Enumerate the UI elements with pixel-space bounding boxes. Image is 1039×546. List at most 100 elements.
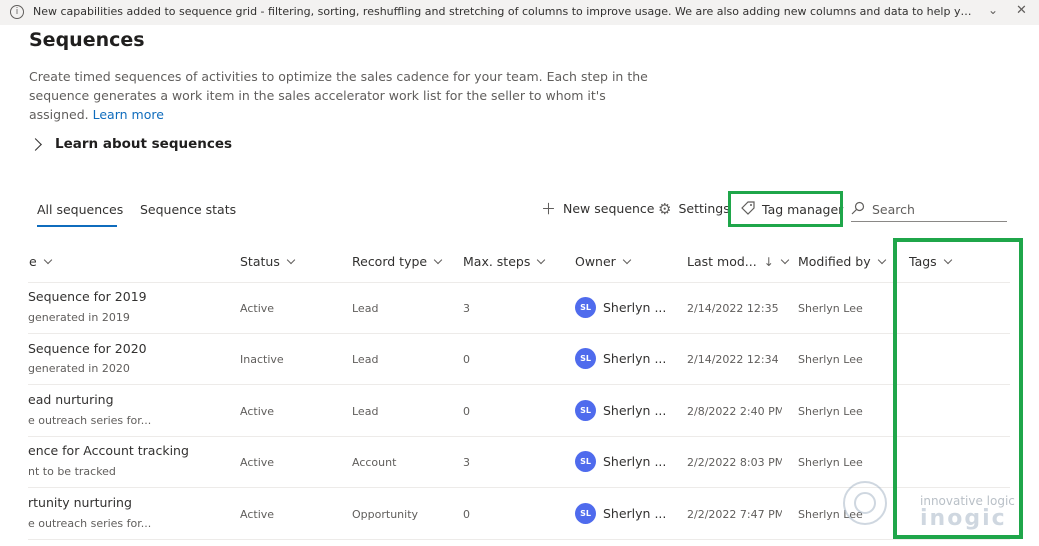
avatar: SL (575, 297, 596, 318)
modified-by-cell: Sherlyn Lee (798, 353, 863, 366)
watermark-brand: inogic (920, 506, 1007, 531)
owner-name: Sherlyn ... (603, 351, 667, 366)
plus-icon: ＋ (541, 199, 557, 218)
column-header-max-steps[interactable]: Max. steps (463, 254, 546, 269)
owner-cell[interactable]: SL Sherlyn ... (575, 400, 666, 421)
last-modified-cell: 2/2/2022 8:03 PM (687, 456, 782, 469)
owner-name: Sherlyn ... (603, 300, 667, 315)
column-header-label: Status (240, 254, 280, 269)
learn-more-link[interactable]: Learn more (93, 107, 164, 122)
chevron-down-icon[interactable]: ⌄ (988, 3, 998, 17)
chevron-down-icon (877, 255, 886, 264)
avatar: SL (575, 451, 596, 472)
chevron-down-icon (537, 255, 546, 264)
close-icon[interactable]: ✕ (1016, 3, 1027, 18)
settings-label: Settings (678, 201, 730, 216)
avatar: SL (575, 503, 596, 524)
chevron-down-icon (622, 255, 632, 264)
sequence-description: generated in 2019 (28, 311, 130, 324)
last-modified-cell: 2/14/2022 12:34 PM (687, 353, 782, 366)
status-cell: Active (240, 405, 275, 418)
info-icon: i (10, 5, 24, 19)
owner-name: Sherlyn ... (603, 403, 667, 418)
search-input[interactable] (872, 202, 992, 217)
new-sequence-button[interactable]: ＋ New sequence (541, 201, 655, 216)
chevron-down-icon (433, 255, 443, 264)
owner-name: Sherlyn ... (603, 454, 667, 469)
row-divider (28, 436, 1010, 437)
chevron-down-icon (286, 255, 296, 264)
sequence-name[interactable]: Sequence for 2020 (28, 341, 147, 356)
row-divider (28, 282, 1010, 283)
tab-all-sequences[interactable]: All sequences (37, 202, 123, 217)
tag-manager-highlight (728, 191, 843, 227)
watermark-logo: innovative logic inogic (840, 478, 1025, 533)
modified-by-cell: Sherlyn Lee (798, 405, 863, 418)
status-cell: Active (240, 302, 275, 315)
avatar: SL (575, 348, 596, 369)
column-header-name[interactable]: e (29, 254, 52, 269)
column-header-status[interactable]: Status (240, 254, 296, 269)
settings-button[interactable]: ⚙ Settings (658, 201, 730, 216)
sequence-name[interactable]: Sequence for 2019 (28, 289, 147, 304)
max-steps-cell: 0 (463, 353, 470, 366)
row-divider (28, 333, 1010, 334)
avatar: SL (575, 400, 596, 421)
status-cell: Inactive (240, 353, 284, 366)
record-type-cell: Lead (352, 405, 379, 418)
record-type-cell: Opportunity (352, 508, 419, 521)
max-steps-cell: 3 (463, 302, 470, 315)
banner-message: New capabilities added to sequence grid … (33, 5, 978, 18)
status-cell: Active (240, 508, 275, 521)
modified-by-cell: Sherlyn Lee (798, 456, 863, 469)
row-divider (28, 539, 1010, 540)
owner-cell[interactable]: SL Sherlyn ... (575, 503, 666, 524)
column-header-owner[interactable]: Owner (575, 254, 632, 269)
chevron-down-icon (780, 255, 790, 264)
last-modified-cell: 2/8/2022 2:40 PM (687, 405, 782, 418)
notification-banner: i New capabilities added to sequence gri… (0, 0, 1039, 25)
learn-about-sequences-expander[interactable]: Learn about sequences (29, 136, 232, 152)
sequence-description: e outreach series for... (28, 517, 152, 530)
record-type-cell: Lead (352, 353, 379, 366)
sequence-description: generated in 2020 (28, 362, 130, 375)
sequence-name[interactable]: ence for Account tracking (28, 443, 189, 458)
page-description: Create timed sequences of activities to … (29, 67, 669, 124)
column-header-record-type[interactable]: Record type (352, 254, 443, 269)
max-steps-cell: 0 (463, 508, 470, 521)
column-header-label: Modified by (798, 254, 871, 269)
column-header-label: Record type (352, 254, 428, 269)
column-header-modified-by[interactable]: Modified by (798, 254, 886, 269)
page-title: Sequences (29, 29, 145, 51)
record-type-cell: Lead (352, 302, 379, 315)
tab-sequence-stats[interactable]: Sequence stats (140, 202, 236, 217)
selected-tab-indicator (37, 225, 117, 227)
search-box[interactable] (851, 198, 1007, 222)
owner-cell[interactable]: SL Sherlyn ... (575, 348, 666, 369)
status-cell: Active (240, 456, 275, 469)
arrow-down-icon: ↓ (763, 254, 774, 269)
owner-name: Sherlyn ... (603, 506, 667, 521)
chevron-down-icon (43, 255, 52, 264)
column-header-label: Last mod... (687, 254, 757, 269)
sequence-name[interactable]: rtunity nurturing (28, 495, 132, 510)
sequence-name[interactable]: ead nurturing (28, 392, 114, 407)
column-header-last-modified[interactable]: Last mod... ↓ (687, 254, 790, 269)
logo-inner-ring-icon (854, 492, 876, 514)
gear-icon: ⚙ (658, 199, 672, 218)
learn-about-label: Learn about sequences (55, 136, 233, 152)
last-modified-cell: 2/2/2022 7:47 PM (687, 508, 782, 521)
owner-cell[interactable]: SL Sherlyn ... (575, 297, 666, 318)
max-steps-cell: 0 (463, 405, 470, 418)
chevron-right-icon (29, 137, 42, 151)
search-icon (851, 201, 865, 219)
sequence-description: e outreach series for... (28, 414, 152, 427)
last-modified-cell: 2/14/2022 12:35 PM (687, 302, 782, 315)
owner-cell[interactable]: SL Sherlyn ... (575, 451, 666, 472)
max-steps-cell: 3 (463, 456, 470, 469)
sequence-description: nt to be tracked (28, 465, 116, 478)
record-type-cell: Account (352, 456, 397, 469)
column-header-label: e (29, 254, 37, 269)
row-divider (28, 384, 1010, 385)
column-header-label: Owner (575, 254, 616, 269)
